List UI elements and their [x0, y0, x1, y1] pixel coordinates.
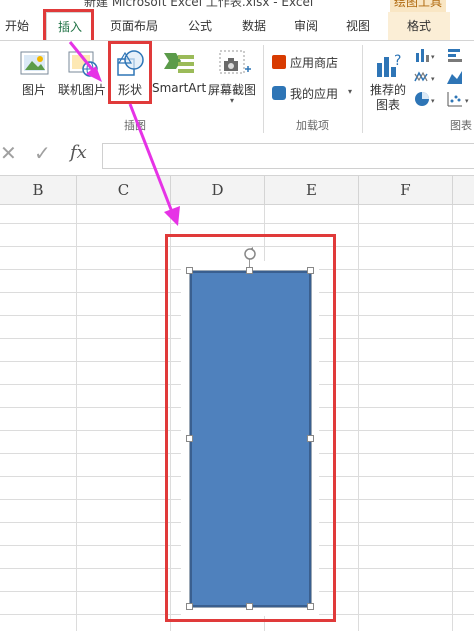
formula-input[interactable] [102, 143, 474, 169]
online-picture-button[interactable] [66, 49, 100, 79]
group-separator [362, 45, 363, 133]
app-store-button[interactable]: 应用商店 [290, 54, 338, 71]
recommended-charts-label-2: 图表 [376, 98, 401, 112]
bar-chart-button[interactable] [446, 47, 474, 63]
my-apps-dropdown-icon[interactable]: ▾ [348, 87, 352, 96]
cancel-formula-button[interactable]: ✕ [0, 141, 17, 165]
recommended-charts-button[interactable]: ? [374, 49, 406, 81]
online-picture-label: 联机图片 [58, 83, 107, 97]
shape-highlight [165, 234, 336, 622]
svg-text:▾: ▾ [431, 97, 435, 105]
charts-group-label: 图表 [450, 119, 472, 132]
group-separator [263, 45, 264, 133]
svg-text:▾: ▾ [465, 97, 469, 105]
line-chart-icon: ▾ [414, 71, 435, 83]
insert-tab-highlight [43, 9, 94, 43]
shapes-highlight [108, 41, 152, 104]
column-headers: B C D E F [0, 176, 474, 205]
column-header-c[interactable]: C [77, 176, 171, 204]
column-chart-button[interactable]: ▾ [414, 47, 436, 63]
picture-icon [20, 51, 49, 75]
pie-chart-button[interactable]: ▾ [414, 91, 436, 107]
svg-text:?: ? [394, 53, 401, 69]
enter-formula-button[interactable]: ✓ [34, 141, 51, 165]
column-header-d[interactable]: D [171, 176, 265, 204]
scatter-chart-button[interactable]: ▾ [446, 91, 474, 107]
insert-function-button[interactable]: fx [70, 142, 87, 163]
my-apps-button[interactable]: 我的应用 [290, 85, 338, 102]
screenshot-button[interactable] [218, 49, 252, 79]
online-picture-icon [68, 51, 98, 77]
smartart-icon [164, 53, 194, 73]
tab-format[interactable]: 格式 [388, 12, 450, 40]
screenshot-icon [219, 50, 251, 74]
smartart-button[interactable] [162, 49, 196, 79]
tab-formulas[interactable]: 公式 [178, 12, 222, 40]
grid-line [0, 223, 474, 224]
scatter-chart-icon: ▾ [447, 92, 469, 107]
column-chart-icon: ▾ [416, 49, 435, 62]
column-header-f[interactable]: F [359, 176, 453, 204]
svg-text:▾: ▾ [431, 53, 435, 61]
bar-chart-icon [448, 49, 462, 62]
picture-label: 图片 [22, 83, 47, 97]
column-header-b[interactable]: B [0, 176, 77, 204]
tab-data[interactable]: 数据 [232, 12, 276, 40]
recommended-charts-icon: ? [377, 53, 401, 77]
store-icon[interactable] [272, 55, 286, 69]
area-chart-button[interactable] [446, 69, 474, 85]
pie-chart-icon: ▾ [415, 92, 435, 106]
smartart-label: SmartArt [152, 81, 207, 95]
drawing-tools-label: 绘图工具 [390, 0, 446, 12]
area-chart-icon [447, 71, 462, 84]
picture-button[interactable] [20, 49, 50, 79]
line-chart-button[interactable]: ▾ [414, 69, 436, 85]
tab-page-layout[interactable]: 页面布局 [104, 12, 164, 40]
tab-home[interactable]: 开始 [0, 12, 34, 40]
tab-view[interactable]: 视图 [336, 12, 380, 40]
tab-review[interactable]: 审阅 [284, 12, 328, 40]
illustrations-group-label: 插图 [124, 119, 146, 132]
my-apps-icon[interactable] [272, 86, 286, 100]
window-title: 新建 Microsoft Excel 工作表.xlsx - Excel [84, 0, 314, 9]
column-header-e[interactable]: E [265, 176, 359, 204]
formula-bar: ✕ ✓ fx [0, 137, 474, 176]
screenshot-dropdown-icon[interactable]: ▾ [230, 96, 234, 105]
ribbon-insert: 图片 联机图片 形状 SmartArt 屏幕截图 ▾ 插图 应用商店 我的应用 … [0, 40, 474, 138]
addins-group-label: 加载项 [296, 119, 329, 132]
svg-text:▾: ▾ [431, 75, 435, 83]
